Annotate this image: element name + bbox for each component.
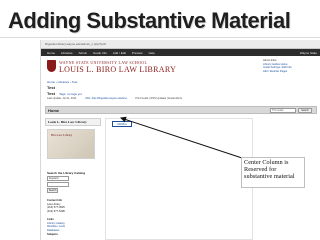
guide-url[interactable]: URL: http://libguides.wayne.edu/test [85, 97, 127, 100]
guide-search-input[interactable]: This Guide [270, 108, 296, 113]
nav-item-admin[interactable]: Admin [79, 51, 88, 55]
center-column: Add Box [105, 118, 253, 240]
guide-name-text: Test [47, 91, 55, 96]
admin-link[interactable]: Add / Reorder Pages [263, 70, 292, 74]
guide-name: Test Tags: no tags yet [47, 91, 82, 96]
browser-address-bar[interactable]: libguides.library.wayne.edu/admin_c.php?… [41, 40, 320, 49]
nav-item-help[interactable]: Help [149, 51, 155, 55]
nav-institution: Wayne State [299, 50, 317, 55]
callout-line: Center Column is [244, 159, 289, 166]
library-photo: Biro Law Library [47, 129, 95, 159]
callout-line: substantive material [244, 173, 295, 181]
nav-item-guide-info[interactable]: Guide Info [93, 51, 107, 55]
guide-search-button[interactable]: Search [298, 108, 312, 113]
library-photo-caption: Biro Law Library [51, 133, 73, 137]
subjects-heading: Subjects [47, 233, 58, 236]
libguides-screenshot: libguides.library.wayne.edu/admin_c.php?… [40, 40, 320, 240]
law-school-shield-icon [47, 60, 56, 72]
page-tab-bar: Home This Guide Search [45, 106, 317, 114]
tab-home[interactable]: Home [48, 108, 59, 113]
contact-line: (313) 577-5498 [47, 209, 65, 213]
guide-tags[interactable]: Tags: no tags yet [59, 92, 82, 96]
nav-item-preview[interactable]: Preview [132, 51, 143, 55]
library-header: WAYNE STATE UNIVERSITY LAW SCHOOL LOUIS … [41, 56, 320, 78]
links-box: Links Library Catalog Westlaw / Lexis Da… [47, 218, 65, 232]
admin-links: Admin links: Library Guides Home Guide S… [263, 59, 292, 73]
guide-meta: Last Update: Jul 21, 2011 URL: http://li… [47, 97, 182, 100]
last-update: Last Update: Jul 21, 2011 [47, 97, 77, 100]
left-column: Louis L. Biro Law Library Biro Law Libra… [45, 118, 101, 240]
nav-item-home[interactable]: Home [47, 51, 55, 55]
guide-actions[interactable]: Print Guide | RSS Updates | Email Alerts [135, 97, 182, 100]
page-title: Test [47, 85, 55, 90]
annotation-callout: Center Column is Reserved for substantiv… [241, 157, 305, 188]
catalog-search-input[interactable] [47, 182, 69, 187]
nav-item-add-edit[interactable]: Add / Edit [113, 51, 126, 55]
callout-line: Reserved for [244, 166, 277, 174]
library-name: LOUIS L. BIRO LAW LIBRARY [59, 65, 177, 74]
link-item[interactable]: Databases [47, 229, 65, 233]
top-navigation: Home Libraries Admin Guide Info Add / Ed… [41, 49, 320, 56]
add-box-button[interactable]: Add Box [112, 121, 132, 127]
contact-info: Contact Info Law Library (313) 577-3925 … [47, 199, 65, 213]
slide-title: Adding Substantive Material [8, 8, 291, 33]
catalog-search-title: Search the Library Catalog [47, 171, 86, 175]
nav-item-libraries[interactable]: Libraries [61, 51, 73, 55]
left-box-header[interactable]: Louis L. Biro Law Library [45, 118, 101, 126]
catalog-search-button[interactable]: Search [47, 188, 58, 193]
breadcrumb[interactable]: Home › Libraries › Test [47, 80, 77, 84]
catalog-search-type-select[interactable]: Keyword [47, 176, 69, 181]
title-divider [0, 37, 320, 38]
